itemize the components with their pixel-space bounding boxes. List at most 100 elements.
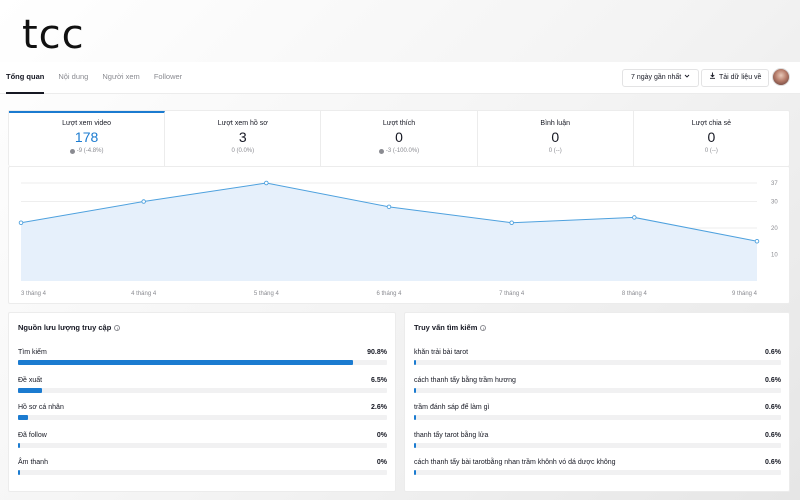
queries-row-value: 0.6% <box>765 431 781 439</box>
chevron-down-icon <box>684 70 690 86</box>
search-queries-panel: Truy vấn tìm kiếm i khăn trải bài tarot 0… <box>404 312 790 492</box>
progress-fill <box>18 415 28 420</box>
traffic-row-label: Tìm kiếm <box>18 349 47 356</box>
x-tick-label: 6 tháng 4 <box>376 291 402 297</box>
y-tick-label: 20 <box>771 226 778 232</box>
delta-down-icon <box>69 148 75 154</box>
metric-value: 0 <box>395 129 403 145</box>
tab-overview[interactable]: Tổng quan <box>6 62 45 94</box>
metric-delta-text: -9 (-4.8%) <box>76 148 104 154</box>
series-area <box>21 183 757 281</box>
metric-delta: -9 (-4.8%) <box>9 148 164 154</box>
x-tick-label: 3 tháng 4 <box>21 291 47 297</box>
metric-label: Bình luận <box>540 120 570 127</box>
panel-title-text: Nguồn lưu lượng truy cập <box>18 323 112 332</box>
traffic-row-label: Hồ sơ cá nhân <box>18 404 64 411</box>
traffic-row: Đề xuất 6.5% <box>18 377 387 399</box>
data-point[interactable] <box>141 199 146 204</box>
traffic-row-value: 2.6% <box>371 404 387 411</box>
traffic-row-value: 90.8% <box>367 349 387 356</box>
search-queries-title: Truy vấn tìm kiếm i <box>414 323 487 332</box>
progress-track <box>18 442 387 448</box>
y-tick-label: 10 <box>771 253 778 259</box>
traffic-sources-title: Nguồn lưu lượng truy cập i <box>18 323 121 332</box>
progress-track <box>414 415 781 420</box>
download-label: Tải dữ liệu về <box>719 74 762 81</box>
traffic-row: Âm thanh 0% <box>18 459 387 481</box>
progress-fill <box>414 442 417 448</box>
traffic-row-label: Đề xuất <box>18 376 43 384</box>
queries-row-label: trầm đánh sáp để làm gì <box>414 404 490 411</box>
tab-bar: Tổng quan Nội dung Người xem Follower <box>6 62 196 94</box>
metric-delta-text: 0 (0.0%) <box>231 148 255 154</box>
metric-label: Lượt chia sẻ <box>691 120 732 127</box>
data-point[interactable] <box>264 180 269 186</box>
traffic-row-value: 0% <box>376 459 387 466</box>
traffic-row-label: Đã follow <box>18 431 47 439</box>
data-point[interactable] <box>18 220 24 225</box>
views-chart-svg: 10 20 30 37 3 tháng 4 4 tháng 4 5 tháng 4 6 thá… <box>18 180 778 297</box>
y-tick-label: 37 <box>771 181 778 187</box>
traffic-row-value: 6.5% <box>371 376 387 384</box>
queries-row-value: 0.6% <box>765 376 781 384</box>
download-button[interactable]: Tải dữ liệu về <box>701 69 770 87</box>
metric-delta: 0 (--) <box>634 148 789 154</box>
metric-value: 178 <box>74 129 99 145</box>
info-icon[interactable]: i <box>114 324 121 331</box>
metric-label: Lượt xem video <box>62 120 112 127</box>
queries-row-label: thanh tẩy tarot bằng lửa <box>414 431 489 439</box>
progress-track <box>18 470 387 475</box>
metric-value: 0 <box>707 129 716 145</box>
metric-delta-text: 0 (--) <box>704 148 718 154</box>
date-range-label: 7 ngày gần nhất <box>631 74 682 81</box>
traffic-row: Tìm kiếm 90.8% <box>18 349 387 371</box>
tab-followers[interactable]: Follower <box>154 62 182 94</box>
queries-row-label: cách thanh tẩy bài tarotbằng nhan trầm k… <box>414 459 616 466</box>
tab-content[interactable]: Nội dung <box>58 62 88 94</box>
metric-comments[interactable]: Bình luận 0 0 (--) <box>478 111 634 166</box>
progress-fill <box>18 387 42 393</box>
queries-row-value: 0.6% <box>765 459 781 466</box>
panel-title-text: Truy vấn tìm kiếm <box>414 323 478 332</box>
progress-track <box>18 415 387 420</box>
metric-likes[interactable]: Lượt thích 0 -3 (-100.0%) <box>321 111 478 166</box>
queries-row-label: khăn trải bài tarot <box>414 349 469 356</box>
progress-fill <box>18 442 20 448</box>
metric-label: Lượt xem hồ sơ <box>217 120 268 127</box>
traffic-row-value: 0% <box>376 431 387 439</box>
metric-profile-views[interactable]: Lượt xem hồ sơ 3 0 (0.0%) <box>165 111 322 166</box>
metric-delta-text: 0 (--) <box>548 148 562 154</box>
data-point[interactable] <box>632 215 637 220</box>
logo: tcc <box>22 12 85 58</box>
progress-track <box>414 442 781 448</box>
download-icon <box>709 70 716 86</box>
metric-shares[interactable]: Lượt chia sẻ 0 0 (--) <box>634 111 789 166</box>
x-tick-label: 8 tháng 4 <box>622 291 648 297</box>
traffic-row-label: Âm thanh <box>18 459 48 466</box>
tab-viewers[interactable]: Người xem <box>102 62 139 94</box>
progress-fill <box>414 470 417 475</box>
date-range-select[interactable]: 7 ngày gần nhất <box>622 69 700 87</box>
avatar[interactable] <box>772 68 790 86</box>
delta-down-icon <box>378 148 384 154</box>
metric-video-views[interactable]: Lượt xem video 178 -9 (-4.8%) <box>9 111 166 166</box>
queries-row: thanh tẩy tarot bằng lửa 0.6% <box>414 432 781 454</box>
progress-track <box>414 387 781 393</box>
progress-fill <box>414 360 417 365</box>
queries-row: cách thanh tẩy bài tarotbằng nhan trầm k… <box>414 459 781 481</box>
x-tick-label: 9 tháng 4 <box>732 291 758 297</box>
top-nav: Tổng quan Nội dung Người xem Follower 7 … <box>0 62 800 94</box>
data-point[interactable] <box>386 204 392 210</box>
queries-row: khăn trải bài tarot 0.6% <box>414 349 781 371</box>
metric-delta: 0 (--) <box>478 148 633 154</box>
data-point[interactable] <box>509 220 514 225</box>
info-icon[interactable]: i <box>480 324 487 331</box>
y-tick-label: 30 <box>771 200 778 206</box>
progress-fill <box>414 415 417 420</box>
progress-track <box>18 360 387 365</box>
data-point[interactable] <box>754 239 760 244</box>
x-tick-label: 7 tháng 4 <box>499 291 525 297</box>
queries-row-label: cách thanh tẩy bằng trầm hương <box>414 376 516 384</box>
traffic-sources-panel: Nguồn lưu lượng truy cập i Tìm kiếm 90.8%… <box>8 312 396 492</box>
metric-delta: 0 (0.0%) <box>165 148 320 154</box>
